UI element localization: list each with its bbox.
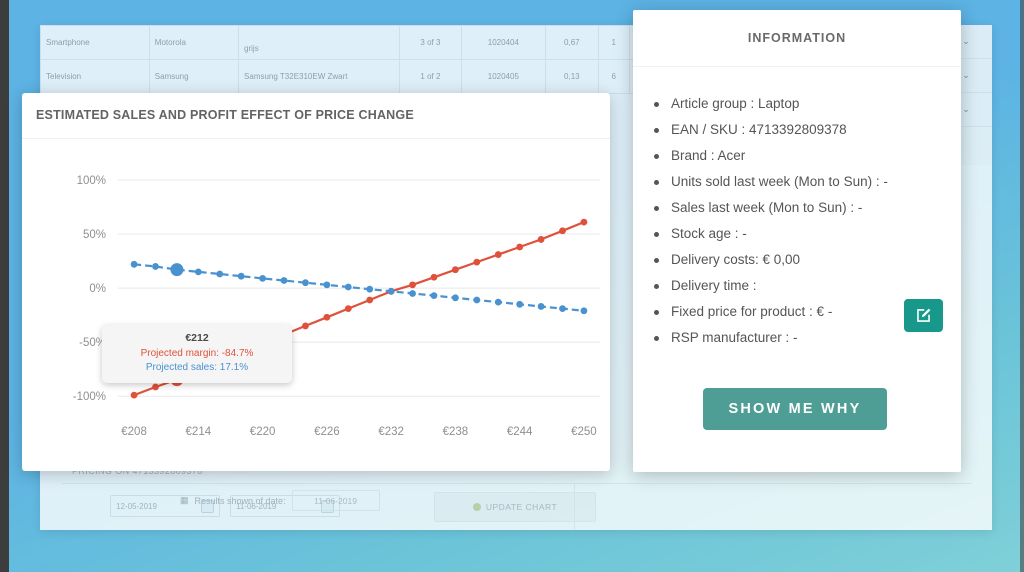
svg-text:€244: €244	[507, 426, 533, 438]
cell-val2: 6	[597, 59, 630, 94]
svg-text:100%: 100%	[77, 175, 106, 187]
chart-title: ESTIMATED SALES AND PROFIT EFFECT OF PRI…	[22, 93, 610, 139]
show-me-why-button[interactable]: SHOW ME WHY	[703, 388, 887, 430]
chart-tooltip: €212 Projected margin: -84.7% Projected …	[102, 325, 292, 383]
cell-description: grijs	[238, 25, 401, 60]
toolbar-divider	[574, 484, 575, 530]
svg-text:€250: €250	[571, 426, 597, 438]
date-from-value: 12-05-2019	[116, 501, 157, 511]
svg-text:€214: €214	[186, 426, 212, 438]
svg-text:0%: 0%	[89, 283, 106, 295]
tooltip-margin: Projected margin: -84.7%	[140, 348, 254, 359]
cell-val1: 0,67	[544, 25, 599, 60]
list-item: Article group : Laptop	[654, 91, 943, 117]
edit-fixed-price-button[interactable]	[904, 299, 943, 332]
screenshot-root: Smartphone Motorola grijs 3 of 3 1020404…	[0, 0, 1024, 572]
list-item: Units sold last week (Mon to Sun) : -	[654, 169, 943, 195]
cell-category: Television	[40, 59, 150, 94]
update-chart-label: UPDATE CHART	[485, 502, 558, 512]
svg-text:-100%: -100%	[73, 391, 106, 403]
refresh-icon	[472, 503, 481, 511]
list-item: Delivery time :	[654, 273, 943, 299]
svg-text:€220: €220	[250, 426, 276, 438]
right-frame-edge	[1020, 0, 1024, 572]
results-shown-label: Results shown of date:	[194, 495, 286, 506]
cell-brand: Samsung	[148, 59, 240, 94]
list-item: RSP manufacturer : -	[654, 325, 943, 351]
svg-text:50%: 50%	[83, 229, 106, 241]
chart-svg: 100%50%0%-50%-100%€208 €214 €220 €226 €232 €2…	[73, 175, 600, 438]
information-card: INFORMATION Article group : Laptop EAN /…	[633, 10, 961, 472]
cell-rank: 3 of 3	[399, 25, 462, 60]
list-item: Brand : Acer	[654, 143, 943, 169]
cell-description: Samsung T32E310EW Zwart	[238, 59, 401, 94]
cell-id: 1020405	[460, 59, 546, 94]
list-item: Delivery costs: € 0,00	[654, 247, 943, 273]
cell-rank: 1 of 2	[399, 59, 462, 94]
update-chart-button[interactable]: UPDATE CHART	[434, 492, 596, 522]
tooltip-sales: Projected sales: 17.1%	[145, 362, 249, 373]
cell-id: 1020404	[460, 25, 546, 60]
chart-card: ESTIMATED SALES AND PROFIT EFFECT OF PRI…	[22, 93, 610, 471]
svg-text:€226: €226	[314, 426, 340, 438]
left-frame-edge	[0, 0, 9, 572]
edit-pencil-square-icon	[917, 308, 931, 322]
results-date-row: ▦ Results shown of date: 11-06-2019	[180, 490, 380, 511]
cell-val1: 0,13	[544, 59, 599, 94]
svg-text:€232: €232	[378, 426, 404, 438]
cell-val2: 1	[597, 25, 630, 60]
cell-brand: Motorola	[148, 25, 240, 60]
list-item: Sales last week (Mon to Sun) : -	[654, 195, 943, 221]
list-item: Stock age : -	[654, 221, 943, 247]
list-item: Fixed price for product : € -	[654, 299, 943, 325]
svg-text:€208: €208	[121, 426, 147, 438]
results-date-input[interactable]: 11-06-2019	[291, 490, 380, 511]
tooltip-price: €212	[185, 332, 209, 344]
calendar-icon: ▦	[180, 495, 189, 505]
information-heading: INFORMATION	[633, 10, 961, 67]
list-item: EAN / SKU : 4713392809378	[654, 117, 943, 143]
cell-category: Smartphone	[40, 25, 150, 60]
chart-plot-area[interactable]: 100% 50% 0% -50% -100% €208 €214 €220 €226 €232 €2…	[22, 139, 610, 471]
svg-text:€238: €238	[443, 426, 469, 438]
